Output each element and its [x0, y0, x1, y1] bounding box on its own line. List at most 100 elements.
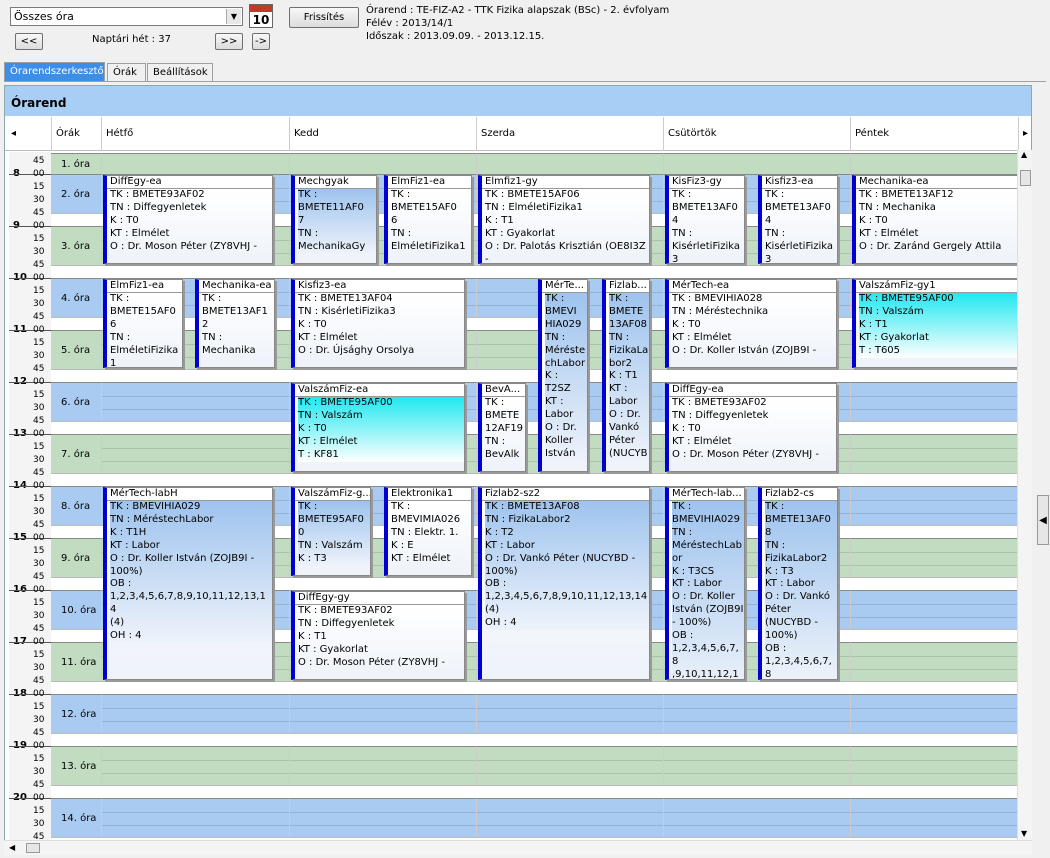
prev-week-button[interactable]: <<: [15, 33, 43, 50]
time-minute-label: 30: [33, 247, 45, 257]
event-body: TK : BMETE93AF02 TN : Diffegyenletek K :…: [298, 605, 445, 668]
period-row-cell[interactable]: [476, 798, 663, 837]
period-row-cell[interactable]: [289, 153, 476, 174]
quarter-line: [102, 773, 289, 774]
scroll-left-icon[interactable]: ◂: [5, 117, 51, 151]
period-row-cell[interactable]: [850, 642, 1018, 681]
hours-filter-select[interactable]: Összes óra ▼: [10, 7, 243, 26]
timetable-event[interactable]: Elmfiz1-gy TK : BMETE15AF06 TN : Elméleti…: [478, 175, 650, 264]
period-row-cell[interactable]: [476, 153, 663, 174]
period-row-cell[interactable]: [663, 153, 850, 174]
timetable-event[interactable]: BevA... TK : BMETE 12AF19 TN : BevAlk: [478, 383, 526, 472]
period-label: 14. óra: [51, 798, 101, 837]
quarter-line: [664, 760, 850, 761]
quarter-line: [851, 760, 1018, 761]
time-minute-label: 45: [33, 624, 45, 634]
timetable-event[interactable]: DiffEgy-gy TK : BMETE93AF02 TN : Diffegye…: [291, 591, 465, 680]
timetable-event[interactable]: MérTech-labH TK : BMEVIHIA029 TN : Mérést…: [103, 487, 273, 680]
period-row-cell[interactable]: [850, 746, 1018, 785]
timetable-event[interactable]: Mechanika-ea TK : BMETE13AF1 2 TN : Mecha…: [195, 279, 275, 368]
period-row-cell[interactable]: [850, 694, 1018, 733]
break-row: [51, 369, 1018, 382]
event-title: ValszámFiz-gy1: [856, 280, 1019, 293]
period-label-text: 12. óra: [61, 708, 97, 720]
header-thursday: Csütörtök: [663, 117, 850, 151]
time-minute-label: 15: [33, 494, 45, 504]
break-row: [51, 265, 1018, 278]
timetable-event[interactable]: Kisfiz3-ea TK : BMETE13AF04 TN : Kisérlet…: [291, 279, 465, 368]
period-label: 13. óra: [51, 746, 101, 785]
quarter-line: [851, 409, 1018, 410]
timetable-event[interactable]: Fizlab2-sz2 TK : BMETE13AF08 TN : FizikaL…: [478, 487, 650, 680]
timetable-event[interactable]: ValszámFiz-gy1 TK : BMETE95AF00 TN : Vals…: [852, 279, 1020, 368]
time-minute-label: 00: [33, 273, 45, 283]
tab-timetable-editor[interactable]: Órarendszerkesztő: [4, 62, 105, 82]
event-body: TK : BMETE93AF02 TN : Diffegyenletek K :…: [110, 189, 257, 252]
quarter-line: [102, 721, 289, 722]
horizontal-scrollbar[interactable]: ◀: [4, 840, 1032, 855]
calendar-icon[interactable]: 10: [249, 4, 273, 28]
timetable-event[interactable]: DiffEgy-ea TK : BMETE93AF02 TN : Diffegye…: [103, 175, 273, 264]
event-title: DiffEgy-gy: [295, 592, 464, 605]
period-row-cell[interactable]: [476, 746, 663, 785]
timetable-event[interactable]: ElmFiz1-ea TK : BMETE15AF0 6 TN : Elmélet…: [384, 175, 472, 264]
quarter-line: [664, 773, 850, 774]
quarter-line: [664, 812, 850, 813]
timetable-event[interactable]: Kisfiz3-ea TK : BMETE13AF0 4 TN : Kisérle…: [758, 175, 838, 264]
collapse-panel-icon[interactable]: ◀: [1037, 495, 1049, 545]
event-body: TK : BMETE13AF0 4 TN : KisérletiFizika3: [672, 189, 741, 264]
tab-hours[interactable]: Órák: [107, 63, 146, 82]
timetable-event[interactable]: MérTech-ea TK : BMEVIHIA028 TN : Méréstec…: [665, 279, 837, 368]
time-minute-label: 15: [33, 286, 45, 296]
period-row-cell[interactable]: [289, 798, 476, 837]
timetable-event[interactable]: Mechanika-ea TK : BMETE13AF12 TN : Mechan…: [852, 175, 1020, 264]
timetable-event[interactable]: Fizlab2-cs TK : BMETE13AF0 8 TN : FizikaL…: [758, 487, 838, 680]
hour-line: [9, 330, 51, 331]
quarter-line: [477, 760, 663, 761]
period-row-cell[interactable]: [663, 746, 850, 785]
period-row-cell[interactable]: [850, 798, 1018, 837]
timetable-event[interactable]: DiffEgy-ea TK : BMETE93AF02 TN : Diffegye…: [665, 383, 837, 472]
period-row-cell[interactable]: [289, 746, 476, 785]
period-row-cell[interactable]: [101, 798, 289, 837]
chevron-down-icon[interactable]: ▼: [226, 9, 241, 24]
refresh-button[interactable]: Frissítés: [289, 7, 359, 28]
time-minute-label: 00: [33, 585, 45, 595]
hour-line: [9, 642, 51, 643]
period-row-cell[interactable]: [850, 486, 1018, 525]
period-row-cell[interactable]: [289, 694, 476, 733]
time-minute-label: 15: [33, 546, 45, 556]
timetable-event[interactable]: MérTech-lab... TK : BMEVIHIA029 TN : Méré…: [665, 487, 745, 680]
tab-settings[interactable]: Beállítások: [147, 63, 213, 82]
timetable-event[interactable]: MérTe... TK : BMEVI HIA029 TN : Méréste c…: [538, 279, 588, 472]
period-row-cell[interactable]: [850, 382, 1018, 421]
timetable-event[interactable]: ValszámFiz-g... TK : BMETE95AF0 0 TN : Va…: [291, 487, 371, 576]
period-row-cell[interactable]: [850, 590, 1018, 629]
next-week-button[interactable]: >>: [215, 33, 243, 50]
period-row-cell[interactable]: [850, 538, 1018, 577]
period-row-cell[interactable]: [101, 382, 289, 421]
vertical-scrollbar[interactable]: ▲ ▼: [1017, 150, 1032, 840]
event-body: TK : BMEVIHIA029 TN : MéréstechLab or K …: [672, 501, 744, 679]
quarter-line: [851, 825, 1018, 826]
period-row-cell[interactable]: [101, 434, 289, 473]
goto-week-button[interactable]: ->: [252, 33, 270, 50]
period-row-cell[interactable]: [476, 694, 663, 733]
timetable-event[interactable]: ElmFiz1-ea TK : BMETE15AF0 6 TN : Elmélet…: [103, 279, 183, 368]
info-line-timetable: Órarend : TE-FIZ-A2 - TTK Fizika alapsza…: [366, 5, 670, 16]
period-label: 7. óra: [51, 434, 101, 473]
period-row-cell[interactable]: [101, 694, 289, 733]
period-row-cell[interactable]: [663, 798, 850, 837]
period-row-cell[interactable]: [101, 746, 289, 785]
timetable-event[interactable]: Elektronika1 TK : BMEVIMIA026 TN : Elektr…: [384, 487, 472, 576]
scroll-right-icon[interactable]: ▸: [1018, 117, 1031, 151]
period-row-cell[interactable]: [850, 153, 1018, 174]
timetable-event[interactable]: Fizlab... TK : BMETE 13AF08 TN : FizikaLa…: [602, 279, 650, 472]
event-body: TK : BMETE13AF0 8 TN : FizikaLabor2 K : …: [765, 501, 837, 679]
period-row-cell[interactable]: [663, 694, 850, 733]
timetable-event[interactable]: Mechgyak TK : BMETE11AF0 7 TN : Mechanika…: [291, 175, 377, 264]
period-row-cell[interactable]: [850, 434, 1018, 473]
period-row-cell[interactable]: [101, 153, 289, 174]
timetable-event[interactable]: KisFiz3-gy TK : BMETE13AF0 4 TN : Kisérle…: [665, 175, 745, 264]
timetable-event[interactable]: ValszámFiz-ea TK : BMETE95AF00 TN : Valsz…: [291, 383, 465, 472]
